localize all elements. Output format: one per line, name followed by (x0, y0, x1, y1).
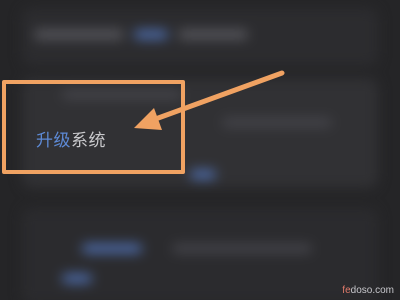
watermark-brand: fe (342, 285, 351, 296)
arrow-shaft (147, 70, 285, 124)
arrow-head (134, 108, 162, 130)
watermark: fedoso.com (342, 285, 394, 296)
settings-screen: 升级系统 fedoso.com (0, 0, 400, 300)
arrow-icon (134, 70, 285, 130)
watermark-domain: doso.com (350, 285, 394, 296)
